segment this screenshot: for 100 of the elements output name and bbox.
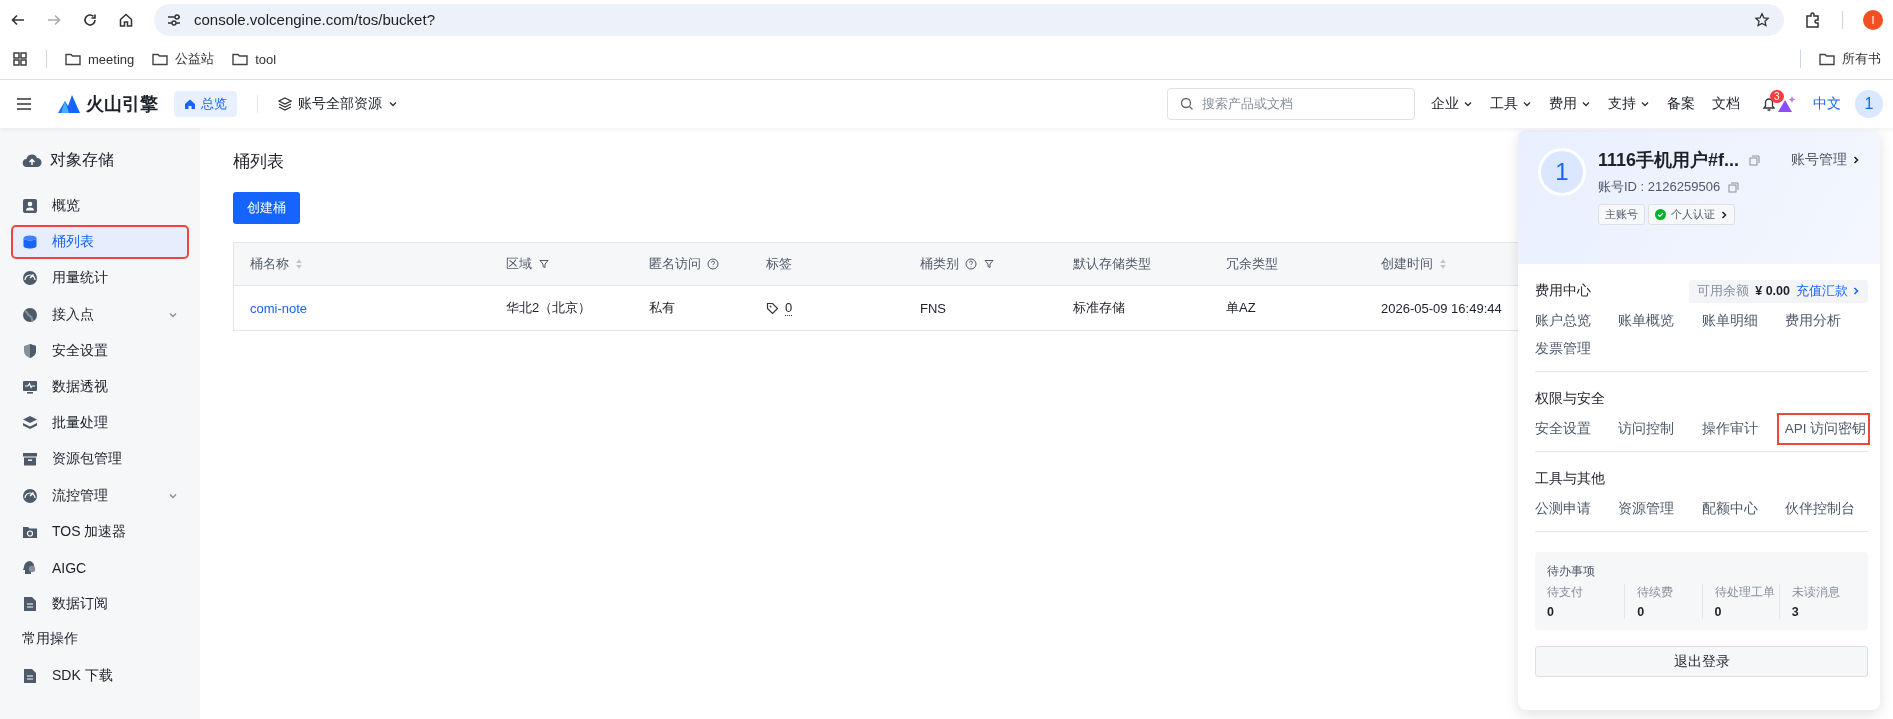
column-header[interactable]: 桶类别 xyxy=(920,255,995,273)
apps-icon[interactable] xyxy=(12,51,28,67)
tag-count[interactable]: 0 xyxy=(766,300,793,316)
bookmark[interactable]: 公益站 xyxy=(152,50,215,68)
nav-menu[interactable]: 备案 xyxy=(1667,95,1695,113)
bookmark[interactable]: tool xyxy=(232,51,277,67)
layers-icon xyxy=(22,415,38,432)
folder-icon xyxy=(1819,52,1835,66)
todo-label: 待续费 xyxy=(1637,584,1675,601)
section-title: 费用中心 xyxy=(1535,282,1591,300)
menu-link[interactable]: 安全设置 xyxy=(1535,418,1619,440)
menu-icon[interactable] xyxy=(16,97,32,111)
document-icon xyxy=(22,596,38,613)
logout-button[interactable]: 退出登录 xyxy=(1535,646,1868,677)
sidebar-item[interactable]: 接入点 xyxy=(12,298,188,331)
menu-link[interactable]: 账户总览 xyxy=(1535,310,1619,332)
account-management-link[interactable]: 账号管理 xyxy=(1791,151,1860,169)
sidebar-item[interactable]: 数据订阅 xyxy=(12,588,188,621)
address-bar[interactable]: console.volcengine.com/tos/bucket? xyxy=(154,3,1784,36)
column-header[interactable]: 区域 xyxy=(506,255,550,273)
page-title: 桶列表 xyxy=(233,151,284,172)
nav-menu[interactable]: 企业 xyxy=(1431,95,1473,113)
sidebar-item[interactable]: 流控管理 xyxy=(12,479,188,512)
column-header[interactable]: 冗余类型 xyxy=(1226,255,1278,273)
account-name: 1116手机用户#f... xyxy=(1598,149,1740,172)
sidebar-item[interactable]: TOS 加速器 xyxy=(12,515,188,548)
home-button[interactable]: 总览 xyxy=(174,91,237,117)
sidebar-item[interactable]: 安全设置 xyxy=(12,334,188,367)
logo[interactable]: 火山引擎 xyxy=(58,92,158,116)
nav-menu[interactable]: 支持 xyxy=(1608,95,1650,113)
gauge-icon xyxy=(22,270,38,287)
search-placeholder: 搜索产品或文档 xyxy=(1202,95,1293,113)
sidebar-item[interactable]: 用量统计 xyxy=(12,262,188,295)
column-header[interactable]: 匿名访问 xyxy=(649,255,719,273)
language-switch[interactable]: 中文 xyxy=(1813,95,1841,113)
menu-link[interactable]: 费用分析 xyxy=(1784,310,1868,332)
reload-icon[interactable] xyxy=(82,11,98,28)
verification-badge[interactable]: 个人认证 xyxy=(1648,204,1735,225)
chevron-right-icon xyxy=(1852,286,1860,296)
account-avatar: 1 xyxy=(1538,148,1586,196)
layers-icon xyxy=(278,97,292,111)
todo-count: 0 xyxy=(1637,605,1646,619)
menu-link[interactable]: 账单概览 xyxy=(1618,310,1702,332)
nav-menu[interactable]: 费用 xyxy=(1549,95,1591,113)
todo-label: 未读消息 xyxy=(1791,584,1841,601)
todo-title: 待办事项 xyxy=(1547,563,1596,580)
sidebar-item[interactable]: AIGC xyxy=(12,551,188,584)
todo-count: 3 xyxy=(1791,605,1800,619)
chevron-down-icon xyxy=(388,99,398,109)
site-settings-icon[interactable] xyxy=(166,11,182,28)
home-icon xyxy=(184,98,196,110)
column-header[interactable]: 桶名称 xyxy=(250,255,303,273)
user-avatar[interactable]: 1 xyxy=(1855,90,1883,118)
folder-icon xyxy=(152,52,169,66)
home-icon[interactable] xyxy=(118,11,134,28)
nav-menu[interactable]: 文档 xyxy=(1712,95,1740,113)
scope-selector[interactable]: 账号全部资源 xyxy=(278,95,398,113)
recharge-link[interactable]: 充值汇款 xyxy=(1796,282,1860,300)
section-title: 对象存储 xyxy=(50,149,114,170)
bookmark[interactable]: 所有书 xyxy=(1819,50,1881,68)
ai-assistant-icon[interactable] xyxy=(1777,95,1797,113)
column-header[interactable]: 创建时间 xyxy=(1381,255,1447,273)
column-header[interactable]: 标签 xyxy=(766,255,792,273)
menu-link[interactable]: 配额中心 xyxy=(1701,498,1785,520)
extensions-icon[interactable] xyxy=(1804,10,1822,29)
archive-box-icon xyxy=(22,451,38,468)
table-cell: 华北2（北京） xyxy=(506,299,592,317)
search-icon xyxy=(1180,97,1194,111)
table-cell: 私有 xyxy=(649,299,675,317)
bucket-link[interactable]: comi-note xyxy=(250,300,308,316)
menu-link[interactable]: 公测申请 xyxy=(1535,498,1619,520)
menu-link[interactable]: 发票管理 xyxy=(1535,338,1619,360)
sidebar-item[interactable]: SDK 下载 xyxy=(12,660,188,693)
create-bucket-button[interactable]: 创建桶 xyxy=(233,192,300,224)
chevron-down-icon xyxy=(1581,99,1591,109)
filter-icon[interactable] xyxy=(538,258,550,270)
filter-icon[interactable] xyxy=(983,258,995,270)
folder-icon xyxy=(232,52,249,66)
help-icon[interactable] xyxy=(965,258,977,270)
nav-menu[interactable]: 工具 xyxy=(1490,95,1532,113)
sidebar-item[interactable]: 资源包管理 xyxy=(12,443,188,476)
bookmark[interactable]: meeting xyxy=(65,51,135,67)
sidebar-item[interactable]: 批量处理 xyxy=(12,407,188,440)
balance-value: ¥ 0.00 xyxy=(1755,284,1790,298)
menu-link[interactable]: 资源管理 xyxy=(1618,498,1702,520)
head-icon xyxy=(22,559,38,576)
notification-badge: 3 xyxy=(1770,90,1784,103)
sidebar-item[interactable]: 概览 xyxy=(12,190,188,222)
column-header[interactable]: 默认存储类型 xyxy=(1073,255,1151,273)
sidebar-item[interactable]: 数据透视 xyxy=(12,370,188,403)
section-title: 工具与其他 xyxy=(1535,470,1605,488)
chevron-right-icon xyxy=(1720,209,1728,220)
menu-link[interactable]: 账单明细 xyxy=(1701,310,1785,332)
menu-link[interactable]: 伙伴控制台 xyxy=(1784,498,1868,520)
mountain-logo-icon xyxy=(58,95,80,113)
menu-link[interactable]: 访问控制 xyxy=(1618,418,1702,440)
profile-avatar[interactable]: I xyxy=(1863,9,1883,30)
sidebar-item[interactable]: 桶列表 xyxy=(12,226,188,259)
star-icon[interactable] xyxy=(1754,11,1770,28)
help-icon[interactable] xyxy=(707,258,719,270)
